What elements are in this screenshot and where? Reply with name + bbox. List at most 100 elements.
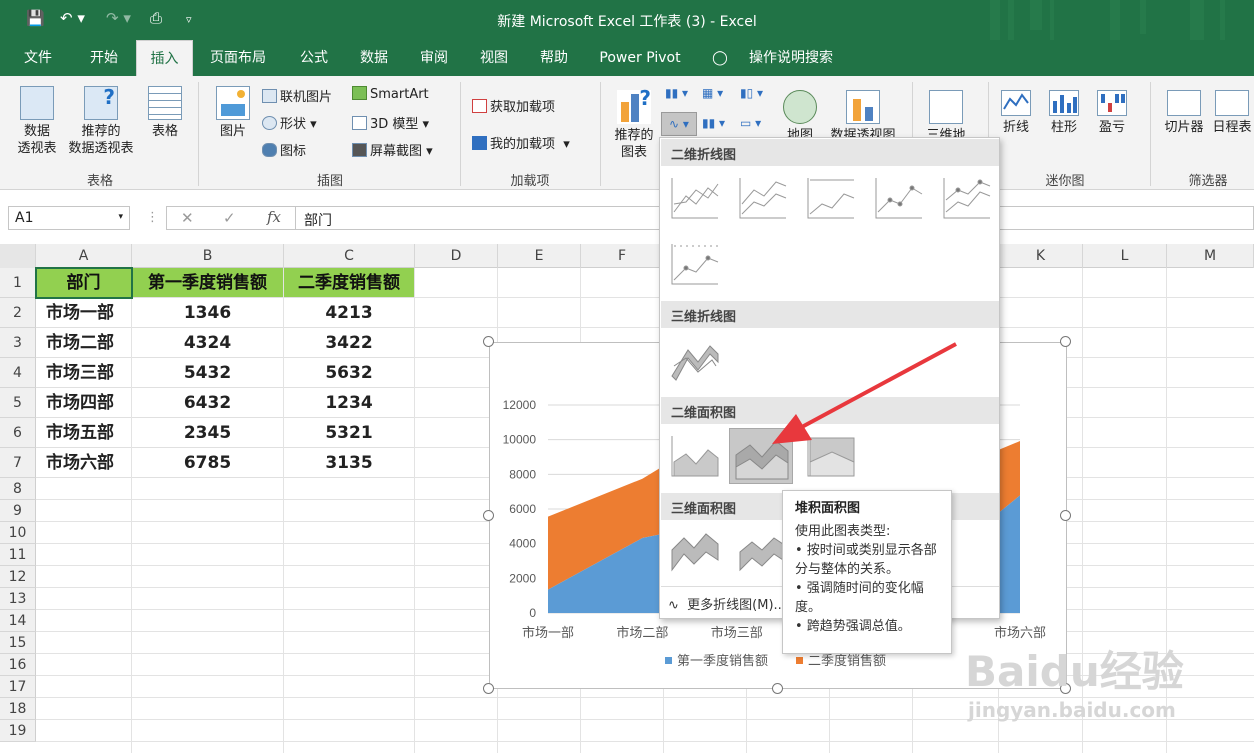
table-cell[interactable]: 市场三部 <box>36 358 132 388</box>
recommended-pivot-button[interactable]: ? 推荐的 数据透视表 <box>64 86 138 157</box>
row-header[interactable]: 6 <box>0 418 36 448</box>
smartart-button[interactable]: SmartArt <box>352 86 429 102</box>
3d-area-thumb[interactable] <box>668 526 720 576</box>
table-cell[interactable]: 5321 <box>284 418 415 448</box>
3d-map-button[interactable]: 三维地 <box>920 90 972 144</box>
table-cell[interactable]: 6785 <box>132 448 284 478</box>
table-cell[interactable]: 市场二部 <box>36 328 132 358</box>
3d-stacked-area-thumb[interactable] <box>736 526 788 576</box>
row-header[interactable]: 5 <box>0 388 36 418</box>
column-header[interactable]: E <box>498 244 581 268</box>
scatter-chart-icon[interactable]: ▮▮ ▾ <box>702 116 725 130</box>
3d-model-button[interactable]: 3D 模型 ▾ <box>352 113 429 132</box>
more-line-charts-link[interactable]: ∿ 更多折线图(M)... <box>668 594 786 613</box>
hierarchy-chart-icon[interactable]: ▦ ▾ <box>702 86 723 100</box>
table-cell[interactable]: 4213 <box>284 298 415 328</box>
tell-me-search[interactable]: 操作说明搜索 <box>736 40 846 76</box>
table-cell[interactable]: 5432 <box>132 358 284 388</box>
table-cell[interactable]: 4324 <box>132 328 284 358</box>
row-header[interactable]: 9 <box>0 500 36 522</box>
table-cell[interactable]: 3135 <box>284 448 415 478</box>
tab-page-layout[interactable]: 页面布局 <box>200 40 276 76</box>
icons-button[interactable]: 图标 <box>262 140 306 159</box>
tab-help[interactable]: 帮助 <box>528 40 580 76</box>
percent-line-thumb[interactable] <box>804 174 856 224</box>
statistic-chart-icon[interactable]: ▮▯ ▾ <box>740 86 763 100</box>
column-chart-icon[interactable]: ▮▮ ▾ <box>665 86 688 100</box>
row-header[interactable]: 18 <box>0 698 36 720</box>
table-header-cell[interactable]: 第一季度销售额 <box>132 268 284 298</box>
get-addins-button[interactable]: 获取加载项 <box>472 96 555 115</box>
chart-resize-handle[interactable] <box>483 336 494 347</box>
row-header[interactable]: 12 <box>0 566 36 588</box>
row-header[interactable]: 3 <box>0 328 36 358</box>
combo-chart-icon[interactable]: ▭ ▾ <box>740 116 761 130</box>
tab-data[interactable]: 数据 <box>348 40 400 76</box>
tab-review[interactable]: 审阅 <box>408 40 460 76</box>
row-header[interactable]: 4 <box>0 358 36 388</box>
row-header[interactable]: 15 <box>0 632 36 654</box>
recommended-charts-button[interactable]: ? 推荐的 图表 <box>608 88 660 161</box>
pictures-button[interactable]: 图片 <box>210 86 256 140</box>
enter-icon[interactable]: ✓ <box>223 209 236 227</box>
row-header[interactable]: 13 <box>0 588 36 610</box>
tab-home[interactable]: 开始 <box>76 40 132 76</box>
3d-line-thumb[interactable] <box>668 336 720 386</box>
line-chart-dropdown-icon[interactable]: ∿ ▾ <box>661 112 697 136</box>
cancel-icon[interactable]: ✕ <box>181 209 194 227</box>
tab-view[interactable]: 视图 <box>468 40 520 76</box>
tab-insert[interactable]: 插入 <box>136 40 193 76</box>
tab-file[interactable]: 文件 <box>12 40 64 76</box>
screenshot-button[interactable]: 屏幕截图 ▾ <box>352 140 433 159</box>
chart-resize-handle[interactable] <box>1060 510 1071 521</box>
map-button[interactable]: 地图 <box>782 90 818 144</box>
row-header[interactable]: 19 <box>0 720 36 742</box>
table-cell[interactable]: 5632 <box>284 358 415 388</box>
area-chart-thumb[interactable] <box>668 432 720 482</box>
name-box-dropdown-icon[interactable]: ▾ <box>118 212 123 222</box>
percent-line-markers-thumb[interactable] <box>668 240 720 290</box>
slicer-button[interactable]: 切片器 <box>1158 90 1210 136</box>
column-header[interactable]: D <box>415 244 498 268</box>
stacked-line-thumb[interactable] <box>736 174 788 224</box>
table-button[interactable]: 表格 <box>142 86 188 140</box>
name-box[interactable]: A1 ▾ <box>8 206 130 230</box>
tab-formulas[interactable]: 公式 <box>288 40 340 76</box>
table-cell[interactable]: 市场四部 <box>36 388 132 418</box>
row-header[interactable]: 2 <box>0 298 36 328</box>
row-header[interactable]: 11 <box>0 544 36 566</box>
column-header[interactable]: C <box>284 244 415 268</box>
table-cell[interactable]: 市场五部 <box>36 418 132 448</box>
table-cell[interactable]: 2345 <box>132 418 284 448</box>
row-header[interactable]: 14 <box>0 610 36 632</box>
table-cell[interactable]: 市场六部 <box>36 448 132 478</box>
column-header[interactable]: B <box>132 244 284 268</box>
row-header[interactable]: 7 <box>0 448 36 478</box>
chart-resize-handle[interactable] <box>483 683 494 694</box>
pivot-table-button[interactable]: 数据 透视表 <box>10 86 64 157</box>
column-header[interactable]: M <box>1167 244 1254 268</box>
column-header[interactable]: A <box>36 244 132 268</box>
row-header[interactable]: 16 <box>0 654 36 676</box>
chart-resize-handle[interactable] <box>483 510 494 521</box>
sparkline-column-button[interactable]: 柱形 <box>1044 90 1084 136</box>
table-cell[interactable]: 市场一部 <box>36 298 132 328</box>
table-cell[interactable]: 3422 <box>284 328 415 358</box>
select-all-corner[interactable] <box>0 244 36 268</box>
formula-bar-splitter-icon[interactable]: ⋮ <box>146 210 159 225</box>
table-header-cell[interactable]: 二季度销售额 <box>284 268 415 298</box>
my-addins-button[interactable]: 我的加载项 ▾ <box>472 133 570 152</box>
line-chart-thumb[interactable] <box>668 174 720 224</box>
table-cell[interactable]: 1234 <box>284 388 415 418</box>
tab-power-pivot[interactable]: Power Pivot <box>590 40 690 76</box>
chart-resize-handle[interactable] <box>772 683 783 694</box>
stacked-line-markers-thumb[interactable] <box>940 174 992 224</box>
pivot-chart-button[interactable]: 数据透视图 <box>826 90 900 144</box>
row-header[interactable]: 1 <box>0 268 36 298</box>
chart-resize-handle[interactable] <box>1060 336 1071 347</box>
timeline-button[interactable]: 日程表 <box>1210 90 1254 136</box>
online-pictures-button[interactable]: 联机图片 <box>262 86 332 105</box>
line-markers-thumb[interactable] <box>872 174 924 224</box>
column-header[interactable]: F <box>581 244 664 268</box>
sparkline-winloss-button[interactable]: 盈亏 <box>1092 90 1132 136</box>
